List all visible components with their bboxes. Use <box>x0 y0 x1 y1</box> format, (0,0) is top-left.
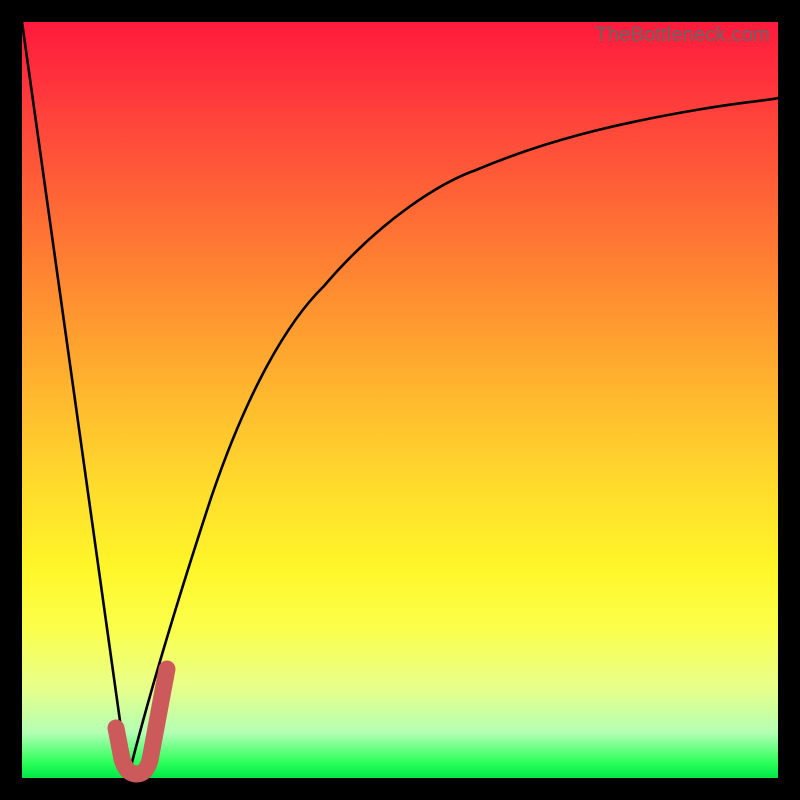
left-slope-line <box>22 22 128 778</box>
plot-area: TheBottleneck.com <box>22 22 778 778</box>
saturating-curve <box>128 98 778 778</box>
chart-frame: TheBottleneck.com <box>0 0 800 800</box>
highlight-j-stroke <box>116 669 167 774</box>
chart-svg <box>22 22 778 778</box>
